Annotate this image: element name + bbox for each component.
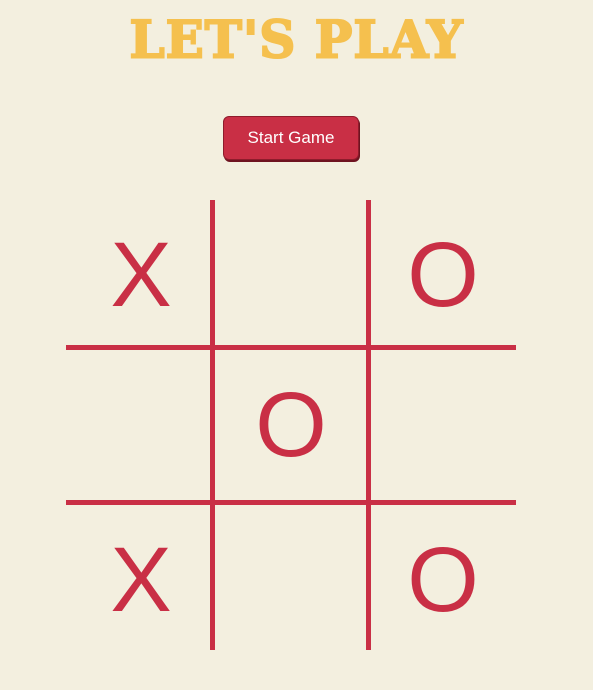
board-cell-7[interactable]: X — [66, 505, 216, 655]
board-cell-2[interactable] — [216, 200, 366, 350]
board-cell-5[interactable]: O — [216, 350, 366, 500]
page-title: LET'S PLAY — [128, 8, 464, 70]
start-game-button[interactable]: Start Game — [223, 116, 359, 160]
board-cell-8[interactable] — [216, 505, 366, 655]
board-cell-6[interactable] — [368, 350, 518, 500]
game-board: X O O X O — [66, 200, 516, 650]
board-cell-9[interactable]: O — [368, 505, 518, 655]
board-cell-1[interactable]: X — [66, 200, 216, 350]
board-cell-4[interactable] — [66, 350, 216, 500]
board-cell-3[interactable]: O — [368, 200, 518, 350]
